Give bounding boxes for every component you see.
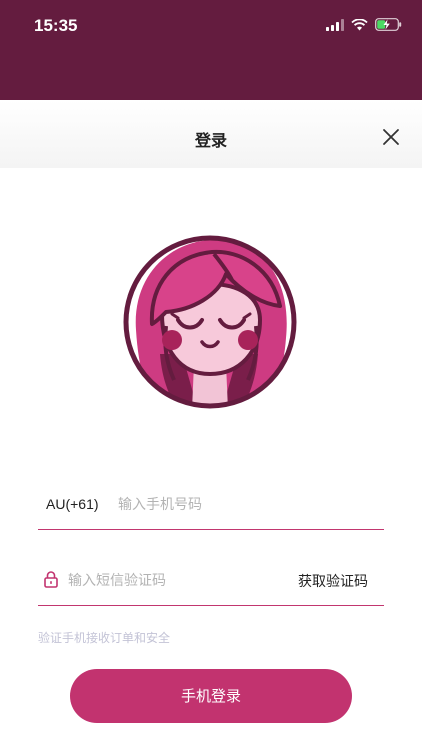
wifi-icon	[351, 18, 368, 31]
signal-icon	[326, 18, 344, 31]
close-icon	[383, 129, 399, 145]
code-field: 获取验证码	[38, 558, 384, 606]
status-time: 15:35	[34, 16, 78, 35]
phone-field: AU(+61)	[38, 482, 384, 530]
battery-charging-icon	[375, 18, 402, 31]
girl-avatar-illustration	[123, 235, 297, 409]
lock-icon	[44, 571, 58, 592]
phone-input[interactable]	[118, 494, 368, 516]
country-code[interactable]: AU(+61)	[46, 496, 99, 512]
avatar	[122, 234, 298, 410]
status-bar: 15:35	[0, 0, 422, 100]
login-screen: 15:35 登录 AU(+61) 输入手机号码 输入短信验证码 获取验证码 验证…	[0, 0, 422, 750]
header-bar: 登录	[0, 100, 422, 168]
get-code-button[interactable]: 获取验证码	[298, 571, 368, 591]
close-button[interactable]	[382, 128, 400, 146]
verification-hint: 验证手机接收订单和安全	[38, 631, 171, 645]
sms-code-input[interactable]	[68, 570, 268, 592]
phone-login-button[interactable]: 手机登录	[70, 669, 352, 723]
page-title: 登录	[194, 131, 227, 150]
status-icons	[326, 18, 402, 31]
